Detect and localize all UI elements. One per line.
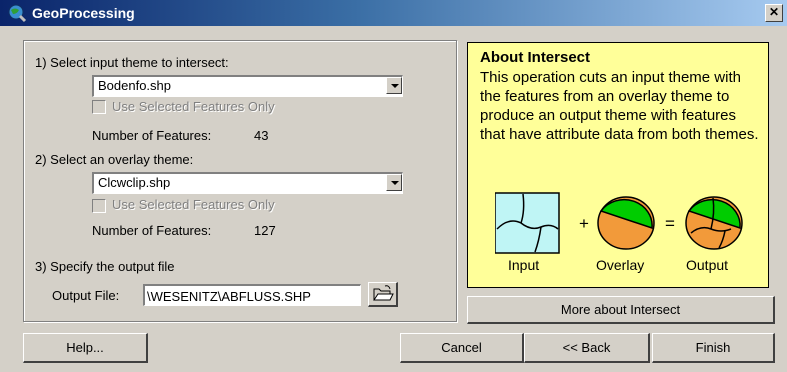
close-icon: ✕ [768, 5, 780, 19]
title-bar[interactable]: GeoProcessing ✕ [0, 0, 787, 26]
open-folder-icon [372, 285, 394, 301]
input-feature-count-label: Number of Features: [92, 128, 212, 143]
finish-button[interactable]: Finish [652, 333, 775, 363]
overlay-use-selected-label: Use Selected Features Only [112, 197, 275, 212]
step2-label: 2) Select an overlay theme: [35, 152, 194, 167]
chevron-down-icon[interactable] [386, 174, 402, 191]
more-about-intersect-button[interactable]: More about Intersect [467, 296, 775, 324]
overlay-feature-count-value: 127 [254, 223, 276, 238]
input-theme-dropdown[interactable]: Bodenfo.shp [92, 75, 403, 97]
input-use-selected-label: Use Selected Features Only [112, 99, 275, 114]
output-file-label: Output File: [52, 288, 120, 303]
step3-label: 3) Specify the output file [35, 259, 175, 274]
overlay-diagram-icon [597, 196, 655, 250]
geoprocessing-dialog: GeoProcessing ✕ 1) Select input theme to… [0, 0, 787, 372]
equals-sign: = [665, 214, 675, 233]
output-file-value: \WESENITZ\ABFLUSS.SHP [147, 289, 311, 304]
about-intersect-panel: About Intersect This operation cuts an i… [467, 42, 769, 288]
step1-label: 1) Select input theme to intersect: [35, 55, 229, 70]
chevron-down-icon[interactable] [386, 77, 402, 94]
back-button[interactable]: << Back [524, 333, 650, 363]
plus-sign: + [579, 214, 589, 233]
about-heading: About Intersect [480, 49, 591, 66]
about-description: This operation cuts an input theme with … [480, 69, 759, 143]
cancel-button[interactable]: Cancel [400, 333, 524, 363]
intersect-diagram: + = [495, 192, 743, 254]
input-feature-count-value: 43 [254, 128, 269, 143]
overlay-use-selected-checkbox[interactable] [92, 199, 106, 213]
output-file-input[interactable]: \WESENITZ\ABFLUSS.SHP [143, 284, 361, 306]
overlay-theme-dropdown[interactable]: Clcwclip.shp [92, 172, 403, 194]
overlay-theme-value: Clcwclip.shp [98, 175, 171, 190]
browse-button[interactable] [368, 282, 398, 307]
caption-input: Input [508, 257, 540, 273]
help-button[interactable]: Help... [23, 333, 148, 363]
output-diagram-icon [685, 196, 743, 250]
close-button[interactable]: ✕ [765, 4, 783, 22]
caption-overlay: Overlay [596, 257, 645, 273]
overlay-feature-count-label: Number of Features: [92, 223, 212, 238]
input-theme-value: Bodenfo.shp [98, 78, 172, 93]
input-diagram-icon [495, 192, 560, 254]
input-use-selected-checkbox[interactable] [92, 100, 106, 114]
caption-output: Output [686, 257, 729, 273]
globe-icon [8, 4, 27, 23]
window-title: GeoProcessing [32, 5, 135, 21]
